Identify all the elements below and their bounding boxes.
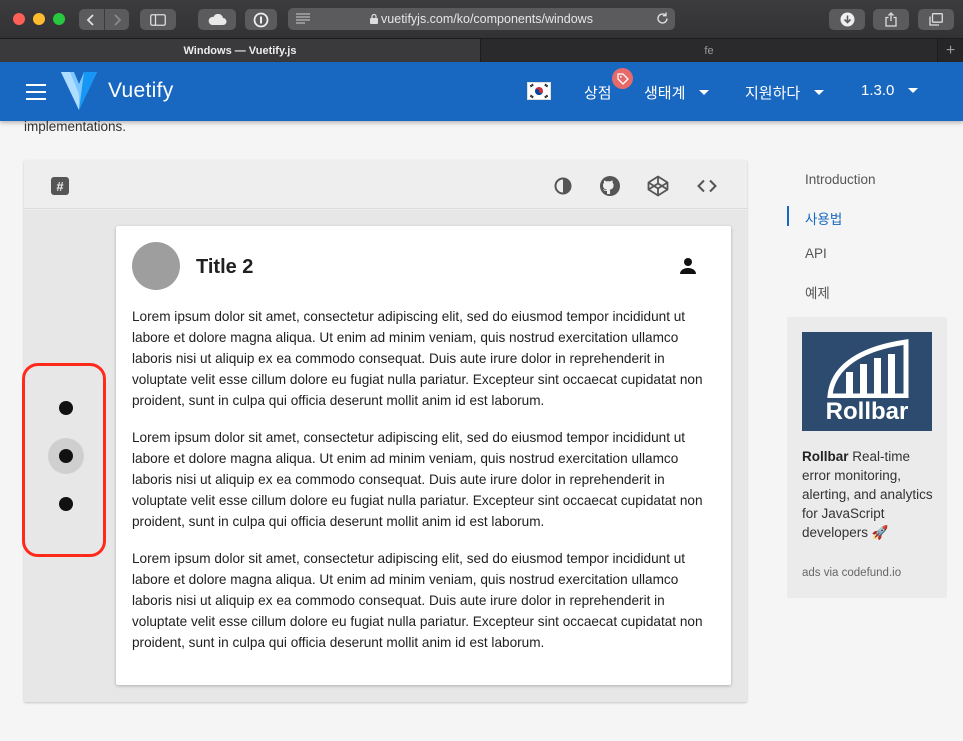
share-button[interactable] (873, 9, 909, 30)
reload-icon[interactable] (656, 12, 669, 25)
chevron-left-icon (86, 13, 94, 26)
back-button[interactable] (79, 9, 105, 30)
brand-name[interactable]: Vuetify (108, 79, 174, 103)
chevron-down-icon (908, 88, 919, 93)
ad-brand: Rollbar (802, 449, 849, 464)
1password-icon (253, 12, 269, 27)
browser-toolbar: vuetifyjs.com/ko/components/windows (0, 0, 963, 38)
history-nav (79, 9, 129, 30)
chevron-right-icon (114, 13, 122, 26)
new-tab-button[interactable]: + (938, 39, 963, 62)
download-icon (840, 12, 854, 27)
card-title: Title 2 (196, 256, 254, 278)
toc-item-api[interactable]: API (805, 246, 827, 261)
sidebar-toggle-button[interactable] (140, 9, 176, 30)
toc-item-examples[interactable]: 예제 (805, 282, 830, 302)
rollbar-wordmark: Rollbar (825, 398, 909, 425)
tag-icon (616, 72, 629, 85)
flag-graphic (529, 83, 549, 99)
chevron-down-icon (699, 90, 710, 95)
permalink-button[interactable]: # (51, 177, 69, 195)
tab-overview-button[interactable] (918, 9, 954, 30)
vuetify-logo-icon[interactable] (61, 72, 97, 110)
ecosystem-label: 생태계 (644, 85, 686, 102)
ecosystem-menu[interactable]: 생태계 (644, 82, 710, 103)
tab-title: fe (704, 44, 714, 57)
plus-icon: + (945, 41, 956, 59)
tab-strip: Windows — Vuetify.js fe + (0, 38, 963, 62)
avatar (132, 242, 180, 290)
cloud-icon (208, 13, 227, 25)
app-bar: Vuetify 상점 생태계 지원하다 1.3.0 (0, 62, 963, 121)
card-body: Lorem ipsum dolor sit amet, consectetur … (132, 306, 715, 669)
toc-item-usage[interactable]: 사용법 (805, 208, 842, 228)
card-paragraph: Lorem ipsum dolor sit amet, consectetur … (132, 309, 703, 408)
card-paragraph: Lorem ipsum dolor sit amet, consectetur … (132, 551, 703, 650)
store-label: 상점 (584, 85, 612, 102)
minimize-window-button[interactable] (33, 13, 45, 25)
address-bar[interactable]: vuetifyjs.com/ko/components/windows (288, 8, 675, 30)
downloads-button[interactable] (829, 9, 865, 30)
hash-icon: # (56, 178, 64, 194)
lock-icon (370, 13, 379, 24)
codepen-icon[interactable] (646, 174, 670, 198)
sidebar-icon (150, 13, 166, 26)
url-value: vuetifyjs.com/ko/components/windows (381, 12, 593, 26)
close-window-button[interactable] (13, 13, 25, 25)
tab-title: Windows — Vuetify.js (183, 44, 297, 57)
icloud-tabs-button[interactable] (198, 9, 236, 30)
menu-icon[interactable] (26, 84, 46, 100)
support-label: 지원하다 (745, 85, 801, 102)
zoom-window-button[interactable] (53, 13, 65, 25)
ad-text: Rollbar Real-time error monitoring, aler… (802, 447, 937, 542)
window-card: Title 2 Lorem ipsum dolor sit amet, cons… (116, 226, 731, 685)
tabs-icon (929, 13, 943, 26)
store-link[interactable]: 상점 (584, 82, 612, 103)
highlight-annotation (22, 363, 106, 557)
forward-button[interactable] (104, 9, 129, 30)
password-manager-button[interactable] (245, 9, 277, 30)
example-demo: # Title 2 Lorem ipsum dolor sit amet, co… (24, 160, 747, 702)
example-body: Title 2 Lorem ipsum dolor sit amet, cons… (24, 210, 747, 702)
github-icon[interactable] (598, 174, 622, 198)
sponsor-ad[interactable]: Rollbar Rollbar Real-time error monitori… (787, 317, 947, 598)
version-label: 1.3.0 (861, 82, 895, 99)
tag-badge (612, 68, 633, 89)
example-toolbar: # (24, 160, 747, 209)
chevron-down-icon (814, 90, 825, 95)
intro-text-fragment: implementations. (24, 119, 127, 134)
tab-windows-vuetify[interactable]: Windows — Vuetify.js (0, 39, 481, 62)
toc-active-indicator (787, 206, 789, 226)
card-paragraph: Lorem ipsum dolor sit amet, consectetur … (132, 430, 703, 529)
code-icon[interactable] (695, 174, 719, 198)
account-icon[interactable] (678, 256, 698, 276)
invert-colors-icon[interactable] (551, 174, 575, 198)
share-icon (885, 12, 897, 27)
url-text: vuetifyjs.com/ko/components/windows (288, 12, 675, 26)
rollbar-bars-icon (827, 339, 909, 398)
toc-item-introduction[interactable]: Introduction (805, 172, 876, 187)
support-menu[interactable]: 지원하다 (745, 82, 825, 103)
rollbar-logo[interactable]: Rollbar (802, 332, 932, 431)
version-menu[interactable]: 1.3.0 (861, 82, 919, 99)
ad-via-label[interactable]: ads via codefund.io (802, 567, 901, 579)
tab-fe[interactable]: fe (481, 39, 938, 62)
korean-flag-icon[interactable] (527, 82, 551, 100)
